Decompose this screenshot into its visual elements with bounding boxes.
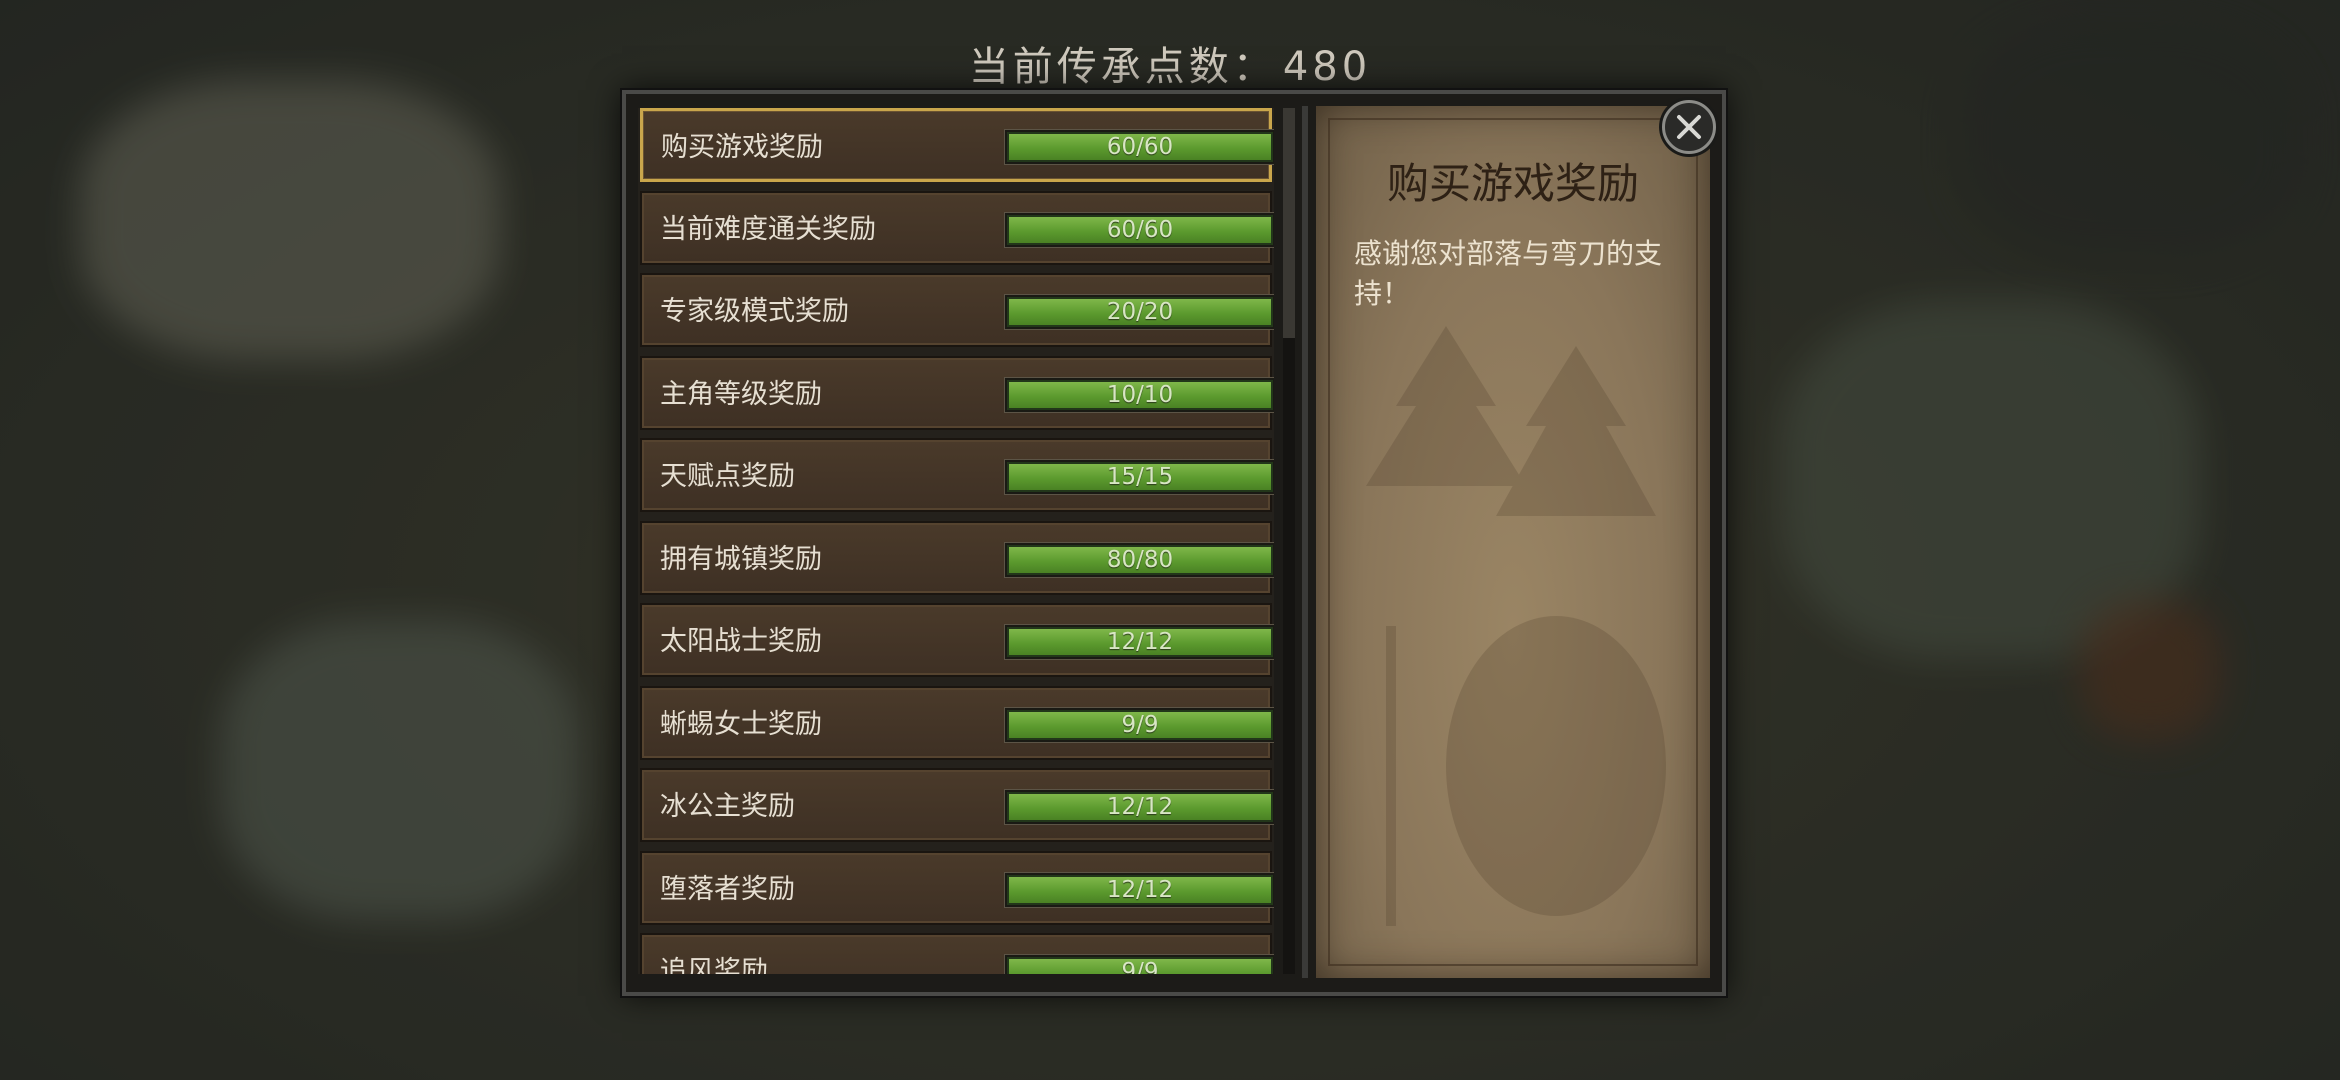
reward-label: 当前难度通关奖励: [660, 213, 876, 245]
reward-label: 主角等级奖励: [660, 378, 822, 410]
scrollbar-thumb[interactable]: [1283, 108, 1295, 338]
reward-row[interactable]: 太阳战士奖励 12/12: [640, 603, 1274, 677]
reward-progress-text: 10/10: [1106, 381, 1174, 408]
reward-progress-text: 12/12: [1106, 876, 1174, 903]
reward-row[interactable]: 专家级模式奖励 20/20: [640, 273, 1274, 347]
reward-list[interactable]: 购买游戏奖励 60/60 当前难度通关奖励 60/60 专家级模式奖励 20/20 主角等级…: [638, 108, 1274, 974]
reward-progress-bar: 12/12: [1005, 625, 1274, 659]
panel-divider: [1302, 106, 1308, 978]
legacy-points-header: 当前传承点数： 480: [0, 34, 2340, 92]
reward-progress-bar: 15/15: [1005, 460, 1274, 494]
reward-label: 购买游戏奖励: [661, 132, 823, 163]
reward-progress-bar: 60/60: [1005, 130, 1274, 164]
reward-row[interactable]: 堕落者奖励 12/12: [640, 850, 1274, 925]
detail-title: 购买游戏奖励: [1386, 159, 1639, 208]
reward-progress-text: 15/15: [1106, 464, 1174, 490]
close-icon: [1677, 115, 1701, 139]
reward-row[interactable]: 购买游戏奖励 60/60: [640, 108, 1274, 182]
reward-progress-text: 20/20: [1106, 299, 1174, 325]
reward-progress-text: 80/80: [1106, 546, 1174, 573]
reward-row[interactable]: 主角等级奖励 10/10: [640, 355, 1274, 430]
reward-row[interactable]: 蜥蜴女士奖励 9/9: [640, 685, 1274, 760]
reward-label: 堕落者奖励: [660, 873, 795, 905]
legacy-points-value: 480: [1282, 44, 1372, 90]
reward-progress-bar: 9/9: [1005, 955, 1274, 974]
reward-progress-text: 12/12: [1106, 794, 1174, 820]
reward-progress-bar: 12/12: [1005, 872, 1274, 907]
reward-row[interactable]: 追风奖励 9/9: [640, 933, 1274, 974]
reward-label: 太阳战士奖励: [660, 626, 822, 657]
reward-list-scrollbar[interactable]: [1283, 108, 1295, 974]
reward-label: 冰公主奖励: [660, 791, 795, 822]
reward-progress-bar: 80/80: [1005, 542, 1274, 577]
reward-progress-text: 9/9: [1121, 711, 1159, 738]
reward-row[interactable]: 当前难度通关奖励 60/60: [640, 190, 1274, 265]
reward-row[interactable]: 天赋点奖励 15/15: [640, 438, 1274, 512]
reward-progress-text: 60/60: [1106, 134, 1174, 160]
reward-label: 蜥蜴女士奖励: [660, 708, 822, 740]
reward-progress-bar: 60/60: [1005, 212, 1274, 247]
reward-row[interactable]: 拥有城镇奖励 80/80: [640, 520, 1274, 595]
detail-description: 感谢您对部落与弯刀的支持！: [1354, 237, 1663, 310]
legacy-points-label: 当前传承点数：: [968, 44, 1277, 90]
reward-progress-text: 60/60: [1106, 216, 1174, 243]
reward-detail-panel: 购买游戏奖励 感谢您对部落与弯刀的支持！: [1316, 106, 1710, 978]
reward-progress-bar: 12/12: [1005, 790, 1274, 824]
reward-row[interactable]: 冰公主奖励 12/12: [640, 768, 1274, 842]
close-button[interactable]: [1662, 100, 1716, 154]
reward-label: 追风奖励: [660, 956, 768, 974]
reward-label: 天赋点奖励: [660, 461, 795, 492]
legacy-rewards-dialog: 购买游戏奖励 60/60 当前难度通关奖励 60/60 专家级模式奖励 20/20 主角等级…: [622, 90, 1726, 996]
reward-label: 专家级模式奖励: [660, 296, 849, 327]
reward-progress-text: 9/9: [1121, 959, 1159, 974]
reward-progress-bar: 20/20: [1005, 295, 1274, 329]
reward-progress-text: 12/12: [1106, 629, 1174, 655]
reward-progress-bar: 10/10: [1005, 377, 1274, 412]
reward-progress-bar: 9/9: [1005, 707, 1274, 742]
reward-label: 拥有城镇奖励: [660, 543, 822, 575]
